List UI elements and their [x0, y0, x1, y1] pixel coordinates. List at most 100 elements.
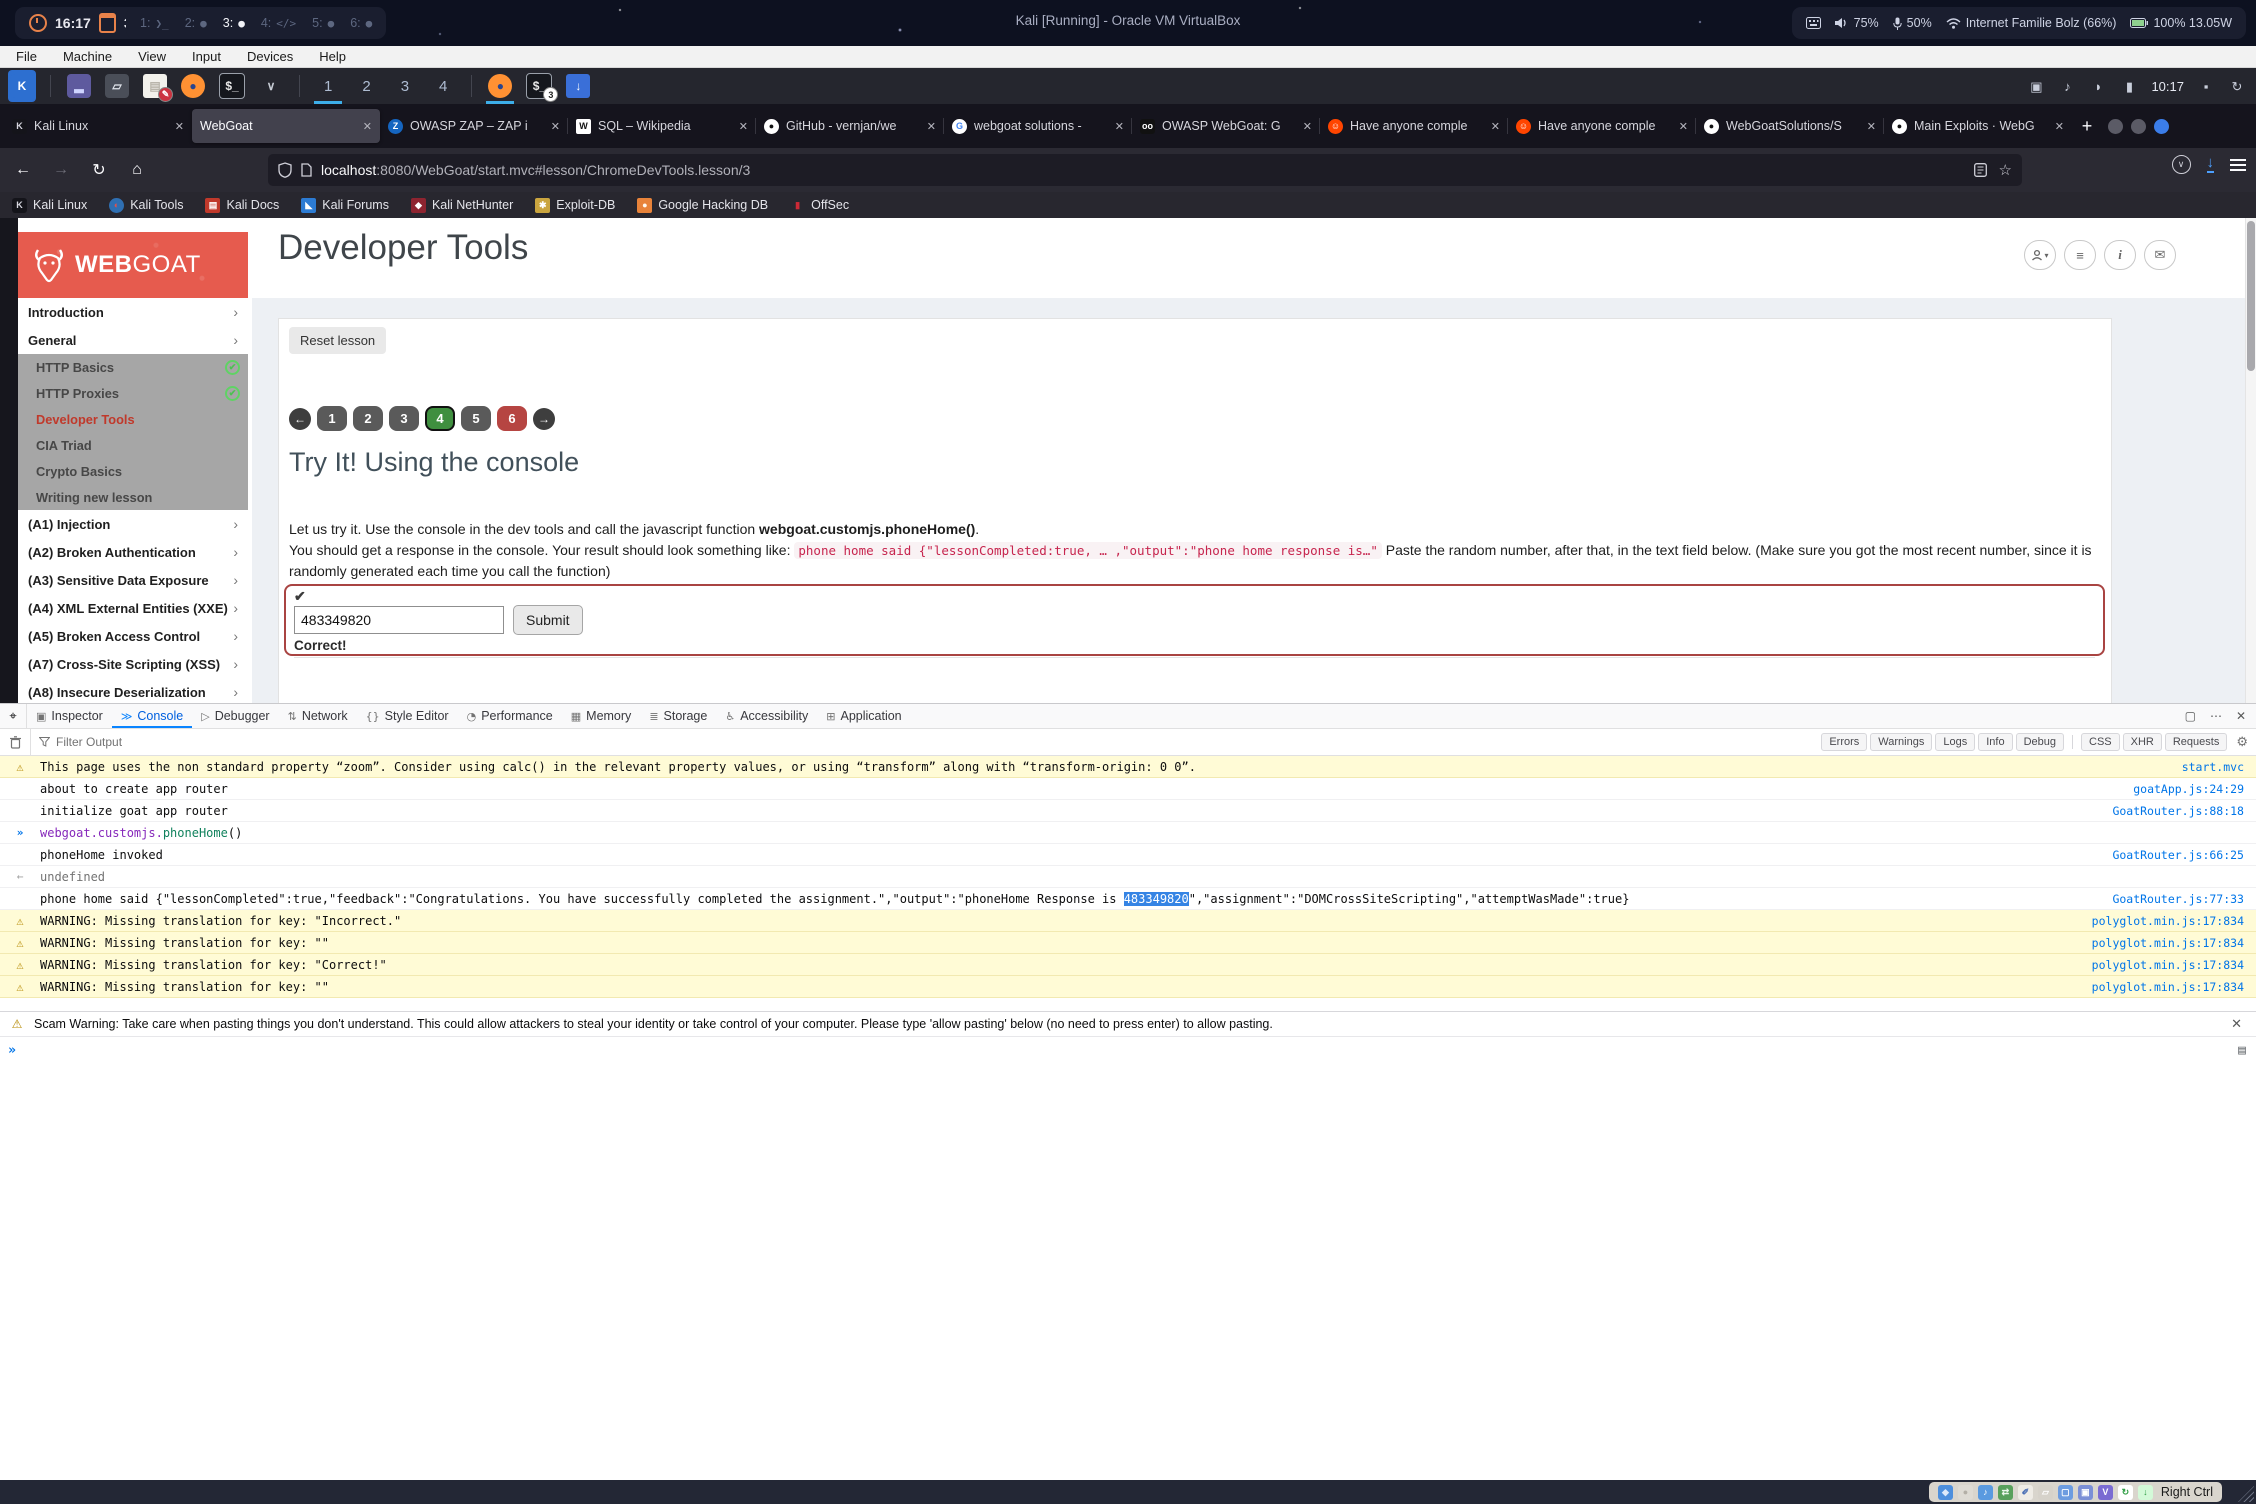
browser-tab-3[interactable]: ZOWASP ZAP – ZAP i✕ — [380, 109, 568, 143]
sidebar-item--a8-insecure-deserialization[interactable]: (A8) Insecure Deserialization› — [18, 678, 248, 703]
menu-machine[interactable]: Machine — [63, 49, 112, 64]
taskbar-workspace-1[interactable]: 1 — [314, 70, 342, 102]
tab-close-icon[interactable]: ✕ — [927, 120, 936, 133]
source-link[interactable]: start.mvc — [2182, 760, 2256, 774]
taskbar-workspace-4[interactable]: 4 — [429, 70, 457, 102]
answer-input[interactable] — [294, 606, 504, 634]
bookmark-star-icon[interactable]: ☆ — [1999, 161, 2012, 179]
menu-input[interactable]: Input — [192, 49, 221, 64]
filter-errors[interactable]: Errors — [1821, 733, 1867, 751]
devtools-tab-network[interactable]: ⇅Network — [279, 704, 357, 728]
browser-tab-5[interactable]: ●GitHub - vernjan/we✕ — [756, 109, 944, 143]
dismiss-warning-icon[interactable]: ✕ — [2231, 1016, 2256, 1032]
firefox-icon[interactable]: ● — [179, 70, 207, 102]
sidebar-subitem-developer-tools[interactable]: Developer Tools — [18, 406, 248, 432]
report-card-button[interactable]: ≡ — [2064, 240, 2096, 270]
tab-overflow-icon[interactable] — [2108, 119, 2123, 134]
user-menu-button[interactable]: ▾ — [2024, 240, 2056, 270]
bookmark-offsec[interactable]: ▮OffSec — [790, 198, 849, 213]
page-scrollbar[interactable] — [2245, 218, 2256, 703]
page-button-3[interactable]: 3 — [389, 406, 419, 431]
source-link[interactable]: polyglot.min.js:17:834 — [2092, 980, 2256, 994]
reset-lesson-button[interactable]: Reset lesson — [289, 327, 386, 354]
sidebar-item--a3-sensitive-data-exposure[interactable]: (A3) Sensitive Data Exposure› — [18, 566, 248, 594]
browser-tab-2[interactable]: WebGoat✕ — [192, 109, 380, 143]
filter-requests[interactable]: Requests — [2165, 733, 2227, 751]
sidebar-item-general[interactable]: General› — [18, 326, 248, 354]
terminal-dropdown-chevron[interactable]: ∨ — [257, 70, 285, 102]
filter-debug[interactable]: Debug — [2016, 733, 2064, 751]
page-next-button[interactable]: → — [533, 408, 555, 430]
sidebar-subitem-cia-triad[interactable]: CIA Triad — [18, 432, 248, 458]
back-button[interactable]: ← — [8, 155, 38, 185]
page-info-icon[interactable] — [301, 163, 312, 177]
url-text[interactable]: localhost:8080/WebGoat/start.mvc#lesson/… — [321, 162, 1965, 178]
sidebar-subitem-writing-new-lesson[interactable]: Writing new lesson — [18, 484, 248, 510]
host-status-tray[interactable]: 75% 50% Internet Familie Bolz (66%) 100%… — [1792, 7, 2246, 39]
reload-button[interactable]: ↻ — [84, 155, 114, 185]
devtools-tab-inspector[interactable]: ▣Inspector — [27, 704, 112, 728]
sidebar-item--a2-broken-authentication[interactable]: (A2) Broken Authentication› — [18, 538, 248, 566]
sidebar-item--a4-xml-external-entities-xxe-[interactable]: (A4) XML External Entities (XXE)› — [18, 594, 248, 622]
source-link[interactable]: polyglot.min.js:17:834 — [2092, 958, 2256, 972]
workspace-indicator-6[interactable]: 6:● — [350, 16, 372, 30]
workspace-indicator-1[interactable]: 1:❯_ — [140, 16, 169, 30]
filter-xhr[interactable]: XHR — [2123, 733, 2162, 751]
terminal-badge-icon[interactable]: $_3 — [524, 70, 554, 102]
workspace-indicator-3[interactable]: 3:● — [223, 16, 245, 30]
tab-close-icon[interactable]: ✕ — [175, 120, 184, 133]
devtools-tab-style-editor[interactable]: {}Style Editor — [357, 704, 458, 728]
browser-tab-11[interactable]: ●Main Exploits · WebG✕ — [1884, 109, 2072, 143]
bookmark-kali-docs[interactable]: ▤Kali Docs — [205, 198, 279, 213]
page-prev-button[interactable]: ← — [289, 408, 311, 430]
filter-css[interactable]: CSS — [2081, 733, 2120, 751]
bookmark-exploit-db[interactable]: ✱Exploit-DB — [535, 198, 615, 213]
browser-tab-1[interactable]: KKali Linux✕ — [4, 109, 192, 143]
firefox-account-icon[interactable] — [2154, 119, 2169, 134]
browser-tab-8[interactable]: ☺Have anyone comple✕ — [1320, 109, 1508, 143]
devtools-tab-memory[interactable]: ▦Memory — [562, 704, 641, 728]
devtools-tab-application[interactable]: ⊞Application — [817, 704, 910, 728]
devtools-tab-console[interactable]: ≫Console — [112, 704, 192, 728]
url-bar[interactable]: localhost:8080/WebGoat/start.mvc#lesson/… — [268, 154, 2022, 186]
downloads-folder-icon[interactable]: ↓ — [564, 70, 592, 102]
bookmark-kali-linux[interactable]: KKali Linux — [12, 198, 87, 213]
text-editor-icon[interactable]: ▤✎ — [141, 70, 169, 102]
filter-warnings[interactable]: Warnings — [1870, 733, 1932, 751]
about-button[interactable]: i — [2104, 240, 2136, 270]
bookmark-google-hacking-db[interactable]: ●Google Hacking DB — [637, 198, 768, 213]
console-settings-gear-icon[interactable]: ⚙ — [2236, 734, 2248, 750]
source-link[interactable]: GoatRouter.js:88:18 — [2112, 804, 2256, 818]
bookmark-kali-forums[interactable]: ◣Kali Forums — [301, 198, 389, 213]
bookmark-kali-nethunter[interactable]: ◆Kali NetHunter — [411, 198, 513, 213]
page-button-4[interactable]: 4 — [425, 406, 455, 431]
tab-close-icon[interactable]: ✕ — [1303, 120, 1312, 133]
tab-close-icon[interactable]: ✕ — [739, 120, 748, 133]
forward-button[interactable]: → — [46, 155, 76, 185]
sidebar-subitem-crypto-basics[interactable]: Crypto Basics — [18, 458, 248, 484]
workspace-indicator-2[interactable]: 2:● — [185, 16, 207, 30]
filter-logs[interactable]: Logs — [1935, 733, 1975, 751]
filter-info[interactable]: Info — [1978, 733, 2012, 751]
reader-mode-icon[interactable] — [1974, 163, 1987, 177]
sidebar-subitem-http-proxies[interactable]: HTTP Proxies✔ — [18, 380, 248, 406]
page-button-1[interactable]: 1 — [317, 406, 347, 431]
tracking-shield-icon[interactable] — [278, 162, 292, 178]
bookmark-kali-tools[interactable]: ◐Kali Tools — [109, 198, 183, 213]
devtools-menu-icon[interactable]: ⋯ — [2210, 709, 2222, 723]
resize-grip[interactable] — [2238, 1486, 2254, 1502]
webgoat-logo[interactable]: WEBGOAT — [18, 232, 248, 298]
devtools-tab-performance[interactable]: ◔Performance — [458, 704, 562, 728]
tab-close-icon[interactable]: ✕ — [1491, 120, 1500, 133]
source-link[interactable]: GoatRouter.js:77:33 — [2112, 892, 2256, 906]
desktop-icon[interactable]: ▂ — [65, 70, 93, 102]
taskbar-workspace-2[interactable]: 2 — [352, 70, 380, 102]
sidebar-item--a1-injection[interactable]: (A1) Injection› — [18, 510, 248, 538]
devtools-close-icon[interactable]: ✕ — [2236, 709, 2246, 723]
clear-console-icon[interactable] — [0, 729, 31, 755]
console-input-row[interactable]: » ▤ — [0, 1037, 2256, 1063]
devtools-tab-accessibility[interactable]: ♿Accessibility — [716, 704, 817, 728]
devtools-tab-debugger[interactable]: ▷Debugger — [192, 704, 278, 728]
tab-close-icon[interactable]: ✕ — [2055, 120, 2064, 133]
app-menu-icon[interactable] — [2230, 159, 2246, 161]
